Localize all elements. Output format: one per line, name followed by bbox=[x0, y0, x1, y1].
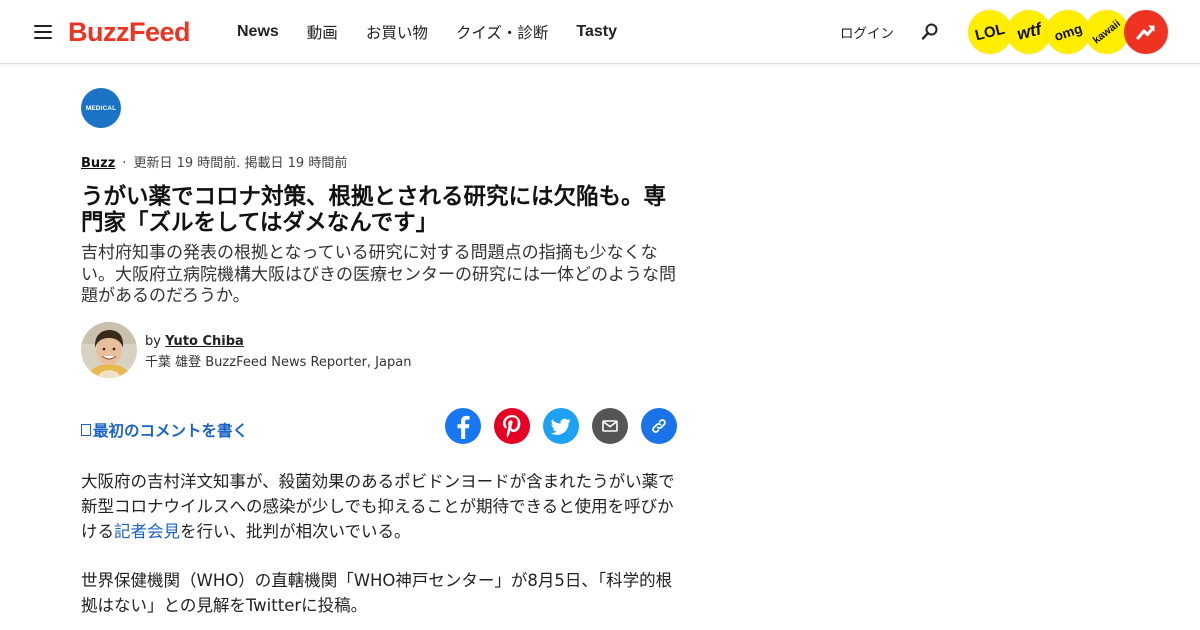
facebook-icon bbox=[457, 415, 470, 439]
share-facebook-button[interactable] bbox=[445, 408, 481, 444]
article-meta: Buzz · 更新日 19 時間前. 掲載日 19 時間前 bbox=[81, 152, 347, 171]
nav-video[interactable]: 動画 bbox=[307, 21, 338, 43]
comment-icon bbox=[81, 424, 91, 436]
kawaii-badge-label: kawaii bbox=[1090, 17, 1124, 47]
mail-icon bbox=[602, 420, 618, 432]
copy-link-button[interactable] bbox=[641, 408, 677, 444]
author-role: 千葉 雄登 BuzzFeed News Reporter, Japan bbox=[145, 355, 412, 370]
category-link[interactable]: Buzz bbox=[81, 156, 115, 171]
author-name-link[interactable]: Yuto Chiba bbox=[165, 334, 244, 349]
share-pinterest-button[interactable] bbox=[494, 408, 530, 444]
main-nav: News 動画 お買い物 クイズ・診断 Tasty bbox=[237, 0, 645, 64]
search-icon[interactable] bbox=[920, 22, 940, 42]
wtf-badge-label: wtf bbox=[1014, 19, 1044, 44]
pinterest-icon bbox=[503, 415, 521, 438]
trending-icon bbox=[1136, 25, 1155, 40]
nav-tasty[interactable]: Tasty bbox=[576, 23, 617, 41]
trending-badge[interactable] bbox=[1124, 10, 1168, 54]
write-comment-link[interactable]: 最初のコメントを書く bbox=[81, 419, 248, 441]
lol-badge[interactable]: LOL bbox=[968, 10, 1012, 54]
site-header: BuzzFeed News 動画 お買い物 クイズ・診断 Tasty ログイン … bbox=[0, 0, 1200, 64]
omg-badge-label: omg bbox=[1052, 20, 1084, 44]
body-paragraph-1-text-b: を行い、批判が相次いでいる。 bbox=[180, 522, 411, 541]
nav-news[interactable]: News bbox=[237, 23, 279, 41]
share-twitter-button[interactable] bbox=[543, 408, 579, 444]
menu-icon[interactable] bbox=[34, 24, 52, 40]
press-conference-link[interactable]: 記者会見 bbox=[114, 522, 180, 541]
timestamp: 更新日 19 時間前. 掲載日 19 時間前 bbox=[133, 156, 348, 171]
wtf-badge[interactable]: wtf bbox=[1007, 10, 1051, 54]
article-headline: うがい薬でコロナ対策、根拠とされる研究には欠陥も。専門家「ズルをしてはダメなんで… bbox=[81, 184, 667, 236]
buzzfeed-logo[interactable]: BuzzFeed bbox=[68, 15, 191, 49]
medical-badge-label: MEDICAL bbox=[85, 104, 117, 112]
body-paragraph-2: 世界保健機関（WHO）の直轄機関「WHO神戸センター」が8月5日、「科学的根拠は… bbox=[81, 571, 673, 615]
nav-shopping[interactable]: お買い物 bbox=[366, 21, 428, 43]
lol-badge-label: LOL bbox=[973, 20, 1007, 44]
medical-category-badge[interactable]: MEDICAL bbox=[81, 88, 121, 128]
byline-prefix: by bbox=[145, 334, 161, 349]
meta-separator: · bbox=[122, 156, 127, 171]
share-email-button[interactable] bbox=[592, 408, 628, 444]
kawaii-badge[interactable]: kawaii bbox=[1085, 10, 1129, 54]
byline: by Yuto Chiba bbox=[145, 334, 244, 349]
body-paragraph-1: 大阪府の吉村洋文知事が、殺菌効果のあるポビドンヨードが含まれたうがい薬で新型コロ… bbox=[81, 469, 681, 544]
article-dek: 吉村府知事の発表の根拠となっている研究に対する問題点の指摘も少なくない。大阪府立… bbox=[81, 243, 676, 306]
author-avatar[interactable] bbox=[81, 322, 137, 378]
nav-quiz[interactable]: クイズ・診断 bbox=[456, 21, 549, 43]
omg-badge[interactable]: omg bbox=[1046, 10, 1090, 54]
twitter-icon bbox=[550, 418, 571, 435]
reaction-badges: LOL wtf omg kawaii bbox=[968, 10, 1170, 54]
write-comment-label: 最初のコメントを書く bbox=[93, 422, 249, 440]
link-icon bbox=[652, 419, 666, 433]
login-link[interactable]: ログイン bbox=[840, 22, 894, 42]
